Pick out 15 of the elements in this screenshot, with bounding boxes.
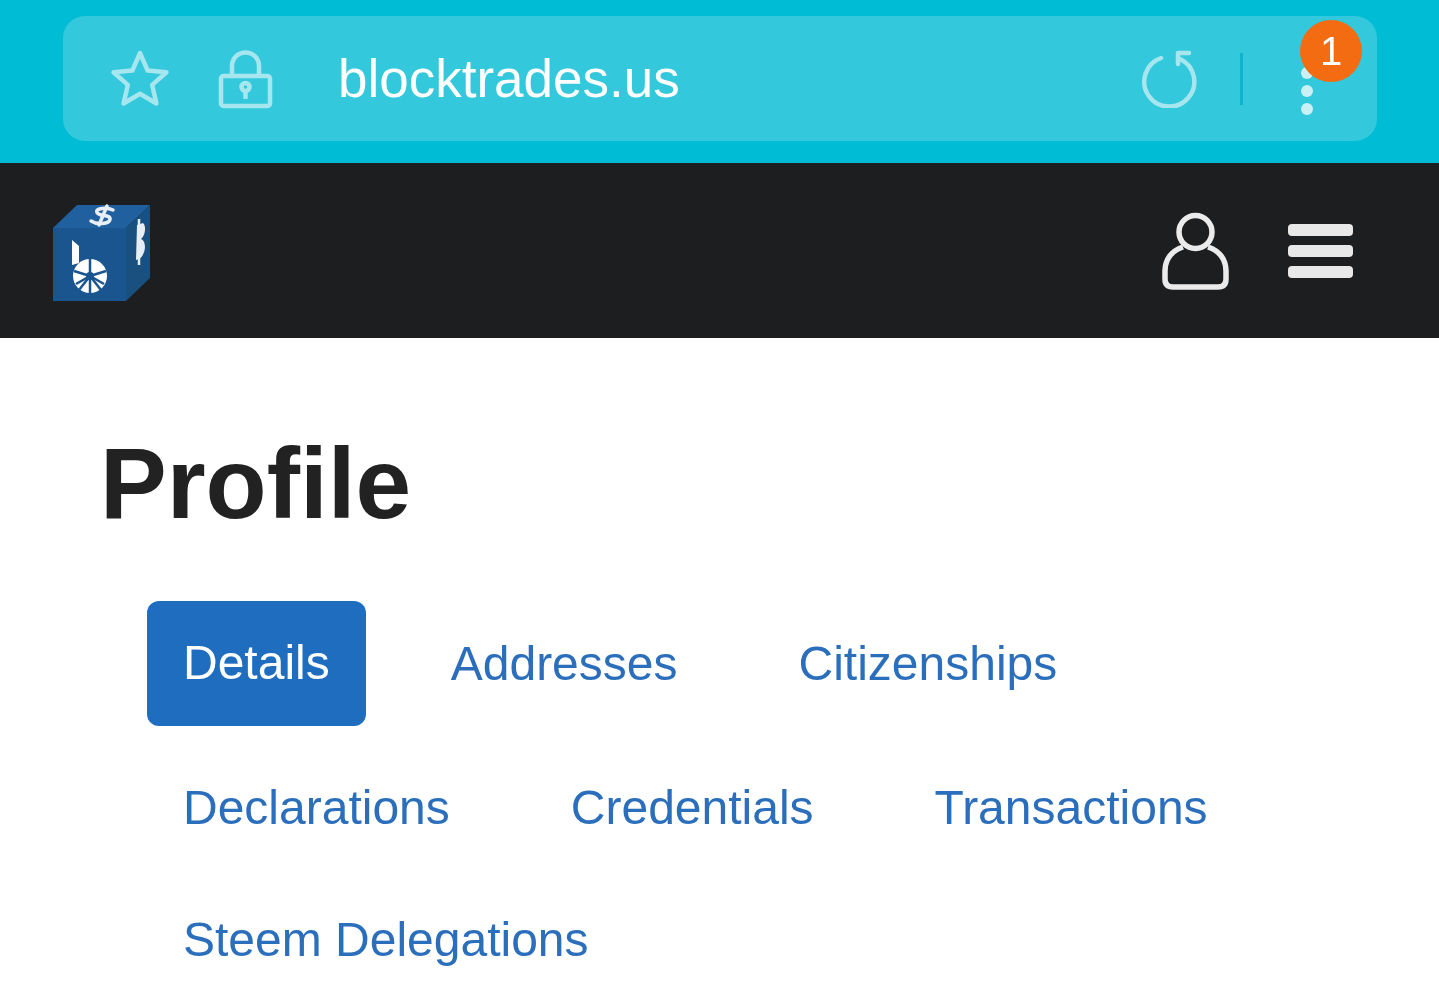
tab[interactable]: Declarations — [147, 758, 486, 858]
lock-icon[interactable] — [218, 48, 273, 109]
tab[interactable]: Steem Delegations — [147, 890, 625, 990]
reload-icon[interactable] — [1139, 49, 1197, 108]
cube-logo[interactable] — [53, 202, 151, 301]
notification-badge: 1 — [1300, 20, 1362, 82]
menu-icon[interactable] — [1288, 223, 1353, 278]
tab[interactable]: Citizenships — [762, 613, 1094, 714]
tab[interactable]: Transactions — [898, 758, 1244, 858]
star-icon[interactable] — [110, 49, 170, 108]
tab[interactable]: Details — [147, 601, 366, 726]
user-icon[interactable] — [1162, 211, 1229, 290]
tab[interactable]: Addresses — [414, 613, 714, 714]
page-title: Profile — [100, 426, 412, 541]
tab[interactable]: Credentials — [534, 758, 850, 858]
